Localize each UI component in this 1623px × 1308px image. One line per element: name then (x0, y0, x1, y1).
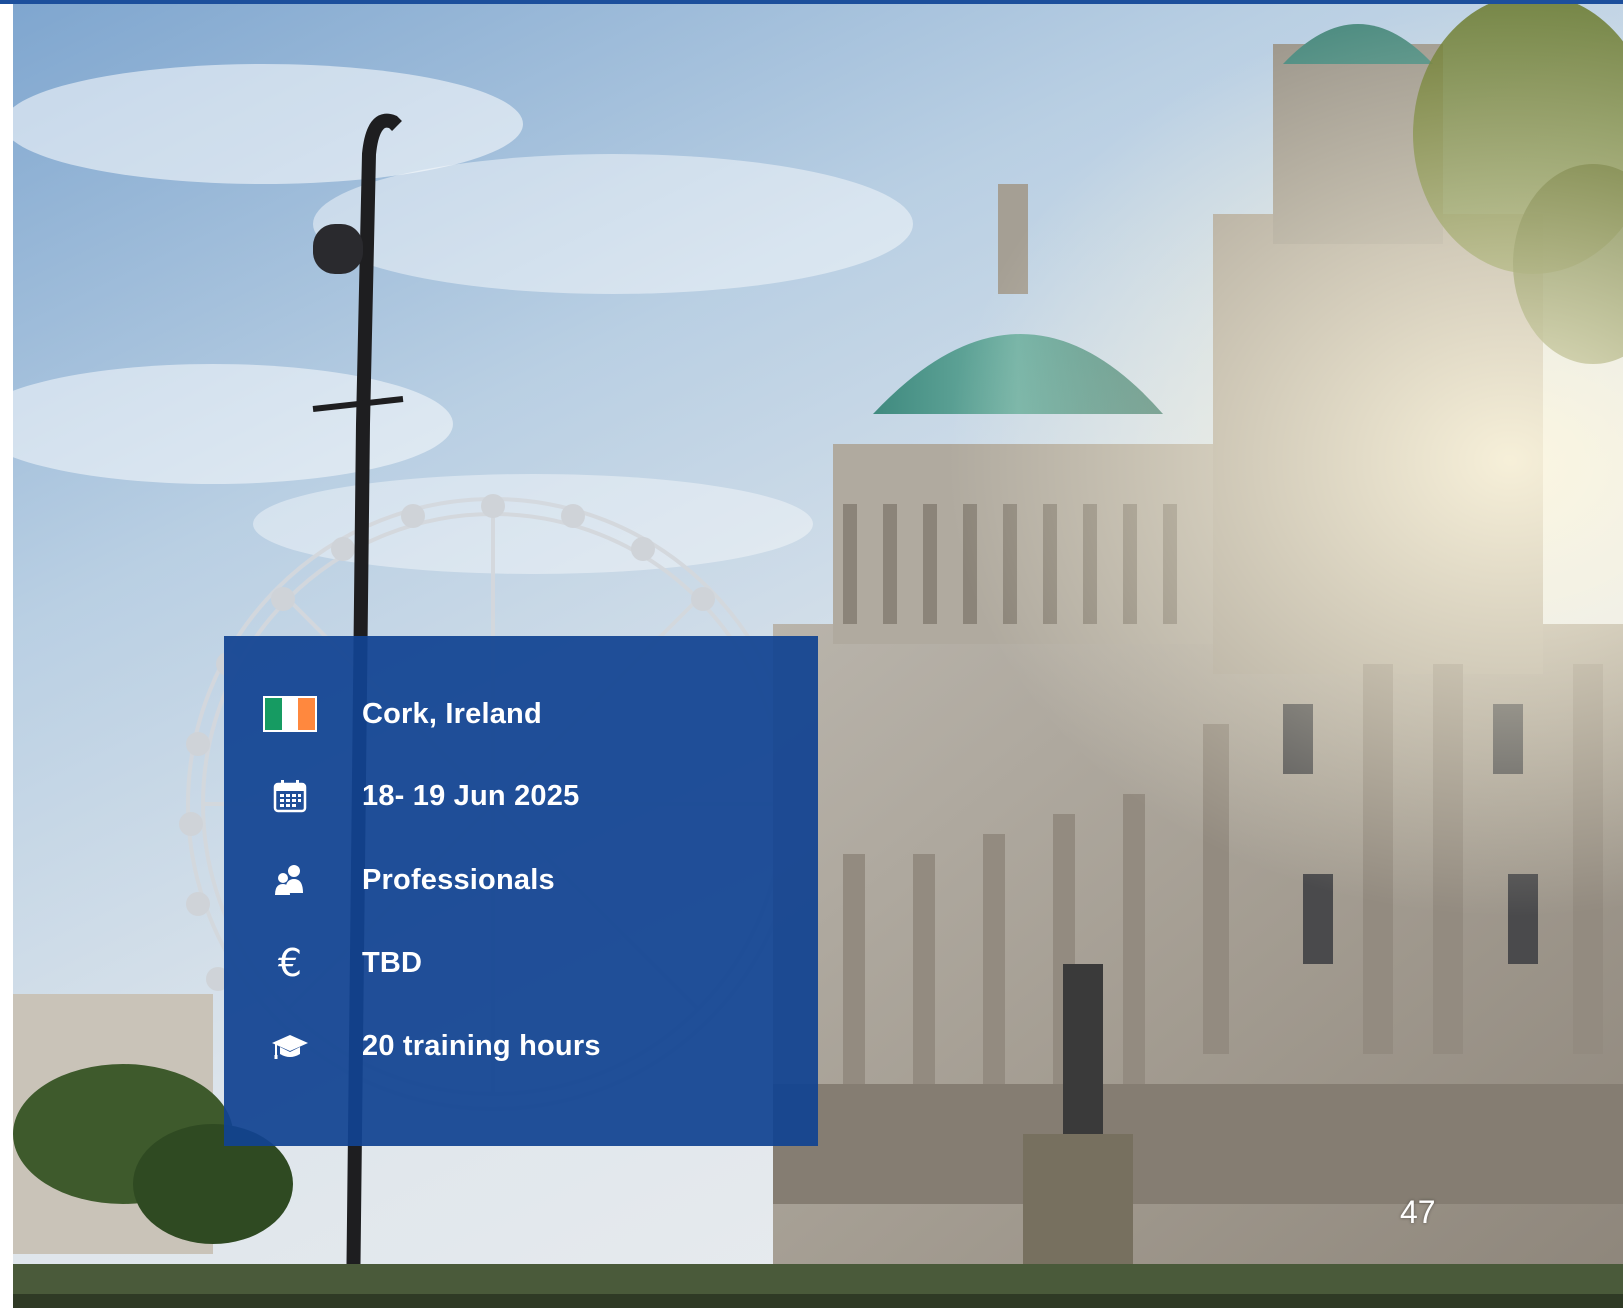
location-row: Cork, Ireland (224, 686, 818, 742)
euro-icon: € (277, 941, 303, 985)
graduation-cap-icon (262, 1024, 318, 1068)
people-icon (262, 858, 318, 902)
dates-text: 18- 19 Jun 2025 (362, 779, 580, 812)
location-text: Cork, Ireland (362, 697, 542, 730)
price-text: TBD (362, 946, 423, 979)
dates-row: 18- 19 Jun 2025 (224, 768, 818, 824)
ireland-flag-icon (262, 692, 318, 736)
calendar-icon (262, 774, 318, 818)
page-number: 47 (1400, 1194, 1436, 1230)
price-row: € TBD (224, 935, 818, 991)
audience-row: Professionals (224, 852, 818, 908)
audience-text: Professionals (362, 863, 555, 896)
training-text: 20 training hours (362, 1029, 601, 1062)
training-row: 20 training hours (224, 1018, 818, 1074)
left-margin-strip (0, 4, 13, 1308)
event-info-card: Cork, Ireland 18- 19 Jun 2025 Profession… (224, 636, 818, 1146)
